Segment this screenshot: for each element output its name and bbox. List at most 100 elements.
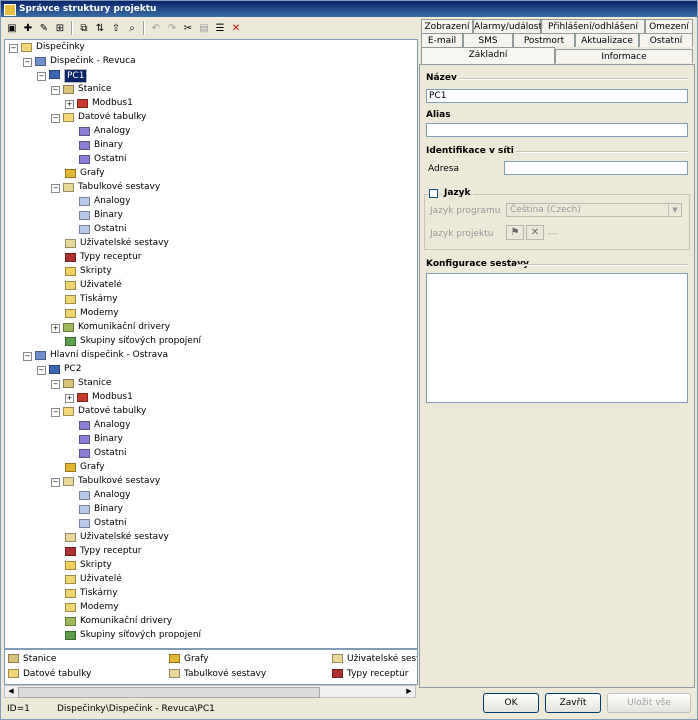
- tab-ostatni[interactable]: Ostatní: [639, 33, 693, 47]
- tree-node-grafy[interactable]: Grafy: [65, 167, 105, 180]
- tree-node-uzivatele[interactable]: Uživatelé: [65, 279, 122, 292]
- collapse-icon[interactable]: −: [51, 478, 60, 487]
- language-checkbox[interactable]: [429, 189, 438, 198]
- tree-node-komunikacni-drivery[interactable]: Komunikační drivery: [63, 321, 170, 334]
- delete-icon[interactable]: ✕: [229, 21, 243, 35]
- flag-icon[interactable]: ⚑: [506, 225, 524, 240]
- tree-node-grafy[interactable]: Grafy: [65, 461, 105, 474]
- tab-omezeni[interactable]: Omezení: [645, 19, 693, 33]
- undo-icon[interactable]: ↶: [149, 21, 163, 35]
- alias-input[interactable]: [426, 123, 688, 137]
- collapse-icon[interactable]: −: [51, 408, 60, 417]
- collapse-icon[interactable]: −: [9, 44, 18, 53]
- new-folder-icon[interactable]: ▣: [5, 21, 19, 35]
- tree-node-uzivatelske-sestavy[interactable]: Uživatelské sestavy: [65, 237, 169, 250]
- program-language-select[interactable]: Čeština (Czech) ▼: [506, 203, 682, 217]
- tree-node-ostatni[interactable]: Ostatni: [79, 447, 127, 460]
- cut-icon[interactable]: ✂: [181, 21, 195, 35]
- tab-aktualizace[interactable]: Aktualizace: [575, 33, 639, 47]
- tree-node-tiskarny[interactable]: Tiskárny: [65, 293, 118, 306]
- tree-node-tabulkove-sestavy[interactable]: Tabulkové sestavy: [63, 181, 160, 194]
- tree-node-skripty[interactable]: Skripty: [65, 265, 112, 278]
- new-item-icon[interactable]: ✚: [21, 21, 35, 35]
- collapse-icon[interactable]: −: [37, 366, 46, 375]
- tree-node-tabulkove-sestavy[interactable]: Tabulkové sestavy: [63, 475, 160, 488]
- tree-node-modbus1[interactable]: Modbus1: [77, 391, 133, 404]
- tab-informace[interactable]: Informace: [555, 49, 693, 63]
- copy-icon[interactable]: ⧉: [77, 21, 91, 35]
- legend-item-grafy: Grafy: [169, 653, 209, 665]
- tree-node-pc1[interactable]: PC1: [49, 69, 88, 83]
- tree-node-tiskarny[interactable]: Tiskárny: [65, 587, 118, 600]
- collapse-icon[interactable]: −: [51, 184, 60, 193]
- collapse-icon[interactable]: −: [51, 114, 60, 123]
- collapse-icon[interactable]: −: [23, 352, 32, 361]
- tree-node-skripty[interactable]: Skripty: [65, 559, 112, 572]
- tree-node-modbus1[interactable]: Modbus1: [77, 97, 133, 110]
- tree-node-analogy[interactable]: Analogy: [79, 195, 130, 208]
- tree-node-dispatch-ostrava[interactable]: Hlavní dispečink - Ostrava: [35, 349, 168, 362]
- tree-node-analogy[interactable]: Analogy: [79, 419, 130, 432]
- find-icon[interactable]: ⌕: [125, 21, 139, 35]
- tree-node-ostatni[interactable]: Ostatni: [79, 223, 127, 236]
- tree-node-stanice[interactable]: Stanice: [63, 377, 111, 390]
- expand-icon[interactable]: +: [51, 324, 60, 333]
- tab-zobrazeni[interactable]: Zobrazení: [421, 19, 473, 33]
- tree-node-uzivatelske-sestavy[interactable]: Uživatelské sestavy: [65, 531, 169, 544]
- tab-postmort[interactable]: Postmort: [513, 33, 575, 47]
- tree-node-analogy[interactable]: Analogy: [79, 489, 130, 502]
- tree-node-datove-tabulky[interactable]: Datové tabulky: [63, 111, 146, 124]
- collapse-icon[interactable]: −: [37, 72, 46, 81]
- sort-icon[interactable]: ⇅: [93, 21, 107, 35]
- tree-node-ostatni[interactable]: Ostatni: [79, 153, 127, 166]
- tab-alarmy[interactable]: Alarmy/události: [473, 19, 545, 33]
- tree-node-modemy[interactable]: Modemy: [65, 601, 119, 614]
- expand-icon[interactable]: +: [65, 394, 74, 403]
- collapse-icon[interactable]: −: [51, 86, 60, 95]
- edit-icon[interactable]: ✎: [37, 21, 51, 35]
- tab-prihlaseni[interactable]: Přihlášení/odhlášení: [541, 19, 645, 33]
- redo-icon[interactable]: ↷: [165, 21, 179, 35]
- clear-icon[interactable]: ✕: [526, 225, 544, 240]
- close-button[interactable]: Zavřít: [545, 693, 601, 713]
- report-config-box[interactable]: [426, 273, 688, 403]
- tree-node-pc2[interactable]: PC2: [49, 363, 81, 376]
- tree-node-skupiny[interactable]: Skupiny síťových propojení: [65, 335, 201, 348]
- tab-zakladni[interactable]: Základní: [421, 47, 555, 64]
- tree-node-binary[interactable]: Binary: [79, 503, 123, 516]
- tree-node-analogy[interactable]: Analogy: [79, 125, 130, 138]
- tree-node-ostatni[interactable]: Ostatni: [79, 517, 127, 530]
- tree-node-dispatch-revuca[interactable]: Dispečink - Revuca: [35, 55, 136, 68]
- expand-icon[interactable]: +: [65, 100, 74, 109]
- tree-node-datove-tabulky[interactable]: Datové tabulky: [63, 405, 146, 418]
- collapse-icon[interactable]: −: [51, 380, 60, 389]
- tab-sms[interactable]: SMS: [463, 33, 513, 47]
- scroll-thumb[interactable]: [18, 687, 320, 698]
- tree-node-typy-receptur[interactable]: Typy receptur: [65, 545, 142, 558]
- tree-node-modemy[interactable]: Modemy: [65, 307, 119, 320]
- properties-icon[interactable]: ☰: [213, 21, 227, 35]
- project-tree[interactable]: − Dispečinky − Dispečink - Revuca − PC1 …: [4, 39, 418, 649]
- ok-button[interactable]: OK: [483, 693, 539, 713]
- tree-node-root[interactable]: Dispečinky: [21, 41, 85, 54]
- scroll-right-icon[interactable]: ▶: [403, 686, 415, 697]
- horizontal-scrollbar[interactable]: ◀ ▶: [4, 685, 416, 698]
- tab-email[interactable]: E-mail: [421, 33, 463, 47]
- paste-icon[interactable]: ▤: [197, 21, 211, 35]
- tree-icon[interactable]: ⊞: [53, 21, 67, 35]
- tree-node-binary[interactable]: Binary: [79, 209, 123, 222]
- tree-node-stanice[interactable]: Stanice: [63, 83, 111, 96]
- address-input[interactable]: [504, 161, 688, 175]
- move-up-icon[interactable]: ⇧: [109, 21, 123, 35]
- tree-node-binary[interactable]: Binary: [79, 139, 123, 152]
- tree-node-skupiny[interactable]: Skupiny síťových propojení: [65, 629, 201, 642]
- save-all-button[interactable]: Uložit vše: [607, 693, 691, 713]
- tree-node-typy-receptur[interactable]: Typy receptur: [65, 251, 142, 264]
- tree-node-binary[interactable]: Binary: [79, 433, 123, 446]
- scroll-left-icon[interactable]: ◀: [5, 686, 17, 697]
- collapse-icon[interactable]: −: [23, 58, 32, 67]
- tree-node-uzivatele[interactable]: Uživatelé: [65, 573, 122, 586]
- program-language-label: Jazyk programu: [430, 206, 501, 216]
- tree-node-komunikacni-drivery[interactable]: Komunikační drivery: [65, 615, 172, 628]
- name-input[interactable]: PC1: [426, 89, 688, 103]
